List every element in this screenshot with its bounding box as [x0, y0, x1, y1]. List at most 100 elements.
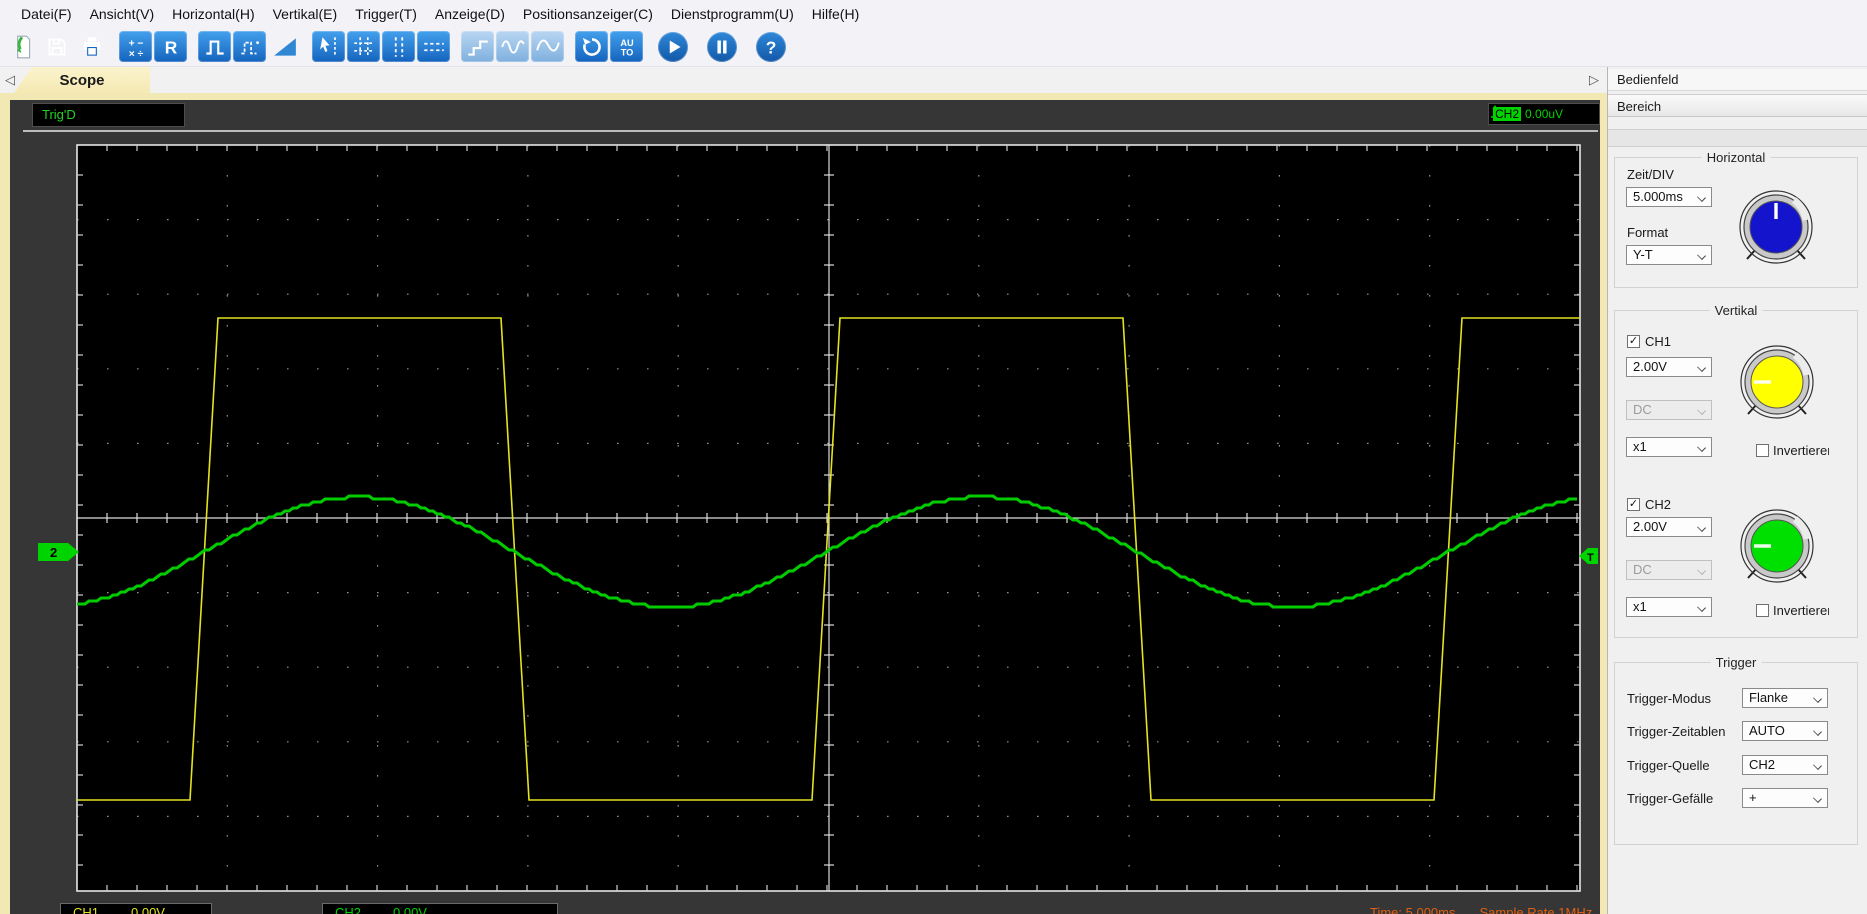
save-button[interactable]: [40, 31, 73, 62]
toolbar-separator: [743, 46, 750, 47]
trigger-mode-label: Trigger-Modus: [1627, 691, 1712, 706]
trigger-sweep-select[interactable]: AUTO: [1742, 721, 1828, 741]
oscilloscope-display[interactable]: 2T Trig'D CH2 0.00uV CH1 0.00V CH2 0.00V…: [10, 100, 1600, 914]
help-icon: ?: [766, 37, 777, 57]
panel-section-bereich[interactable]: Bereich: [1608, 94, 1867, 117]
tab-scroll-right-icon[interactable]: ▷: [1589, 72, 1599, 88]
ch2-status-box: CH2 0.00V: [322, 903, 558, 914]
menu-item-dienstprogramm[interactable]: Dienstprogramm(U): [662, 3, 803, 25]
math-button[interactable]: + − × ÷: [119, 31, 152, 62]
menu-item-datei[interactable]: Datei(F): [12, 3, 81, 25]
format-value: Y-T: [1633, 247, 1653, 262]
time-value: Time: 5.000ms: [1370, 905, 1456, 914]
grid-icon: [353, 36, 374, 57]
pulse2-icon: [240, 40, 259, 54]
ch1-probe-select[interactable]: x1: [1626, 437, 1712, 457]
ch2-position-knob[interactable]: [1737, 506, 1817, 586]
step-signal-button[interactable]: [461, 31, 494, 62]
ch2-coupling-value: DC: [1633, 562, 1652, 577]
trigger-slope-label: Trigger-Gefälle: [1627, 791, 1714, 806]
trigger-source-select[interactable]: CH2: [1742, 755, 1828, 775]
menu-item-ansicht[interactable]: Ansicht(V): [81, 3, 164, 25]
open-button[interactable]: [5, 31, 38, 62]
sine-icon: [500, 39, 525, 54]
chevron-down-icon: [1697, 251, 1706, 260]
ch2-volts-value: 2.00V: [1633, 519, 1667, 534]
tab-strip: ◁ Scope ▷: [0, 67, 1867, 93]
ch1-probe-value: x1: [1633, 439, 1647, 454]
toolbar-separator: [694, 46, 701, 47]
step-icon: [467, 40, 488, 56]
format-label: Format: [1627, 225, 1669, 240]
refresh-button[interactable]: [575, 31, 608, 62]
ch1-coupling-select: DC: [1626, 400, 1712, 420]
toolbar-separator: [645, 46, 652, 47]
start-button[interactable]: [658, 31, 688, 62]
trigger-source-label: Trigger-Quelle: [1627, 758, 1710, 773]
sweep-signal-button[interactable]: [531, 31, 564, 62]
ch1-status-label: CH1: [73, 905, 100, 914]
square-wave2-button[interactable]: [233, 31, 266, 62]
vertical-group-title: Vertikal: [1709, 303, 1763, 318]
ramp-button[interactable]: [268, 31, 301, 62]
print-button[interactable]: [75, 31, 108, 62]
trigger-sweep-value: AUTO: [1749, 723, 1785, 738]
chevron-down-icon: [1813, 761, 1822, 770]
sample-rate-value: Sample Rate 1MHz: [1479, 905, 1593, 914]
format-select[interactable]: Y-T: [1626, 245, 1712, 265]
svg-text:AU: AU: [620, 37, 634, 47]
menu-item-hilfe[interactable]: Hilfe(H): [803, 3, 868, 25]
knob-dial-icon: [1740, 345, 1814, 419]
control-panel: Bedienfeld Bereich Horizontal Zeit/DIV 5…: [1607, 67, 1867, 914]
horizontal-position-knob[interactable]: [1736, 187, 1816, 267]
cursor-icon: [319, 36, 336, 57]
menu-item-positionsanzeiger[interactable]: Positionsanzeiger(C): [514, 3, 662, 25]
menu-item-horizontal[interactable]: Horizontal(H): [163, 3, 263, 25]
ch2-volts-select[interactable]: 2.00V: [1626, 517, 1712, 537]
ch1-invert-label: Invertieren: [1773, 443, 1829, 458]
trigger-status-badge: Trig'D: [32, 103, 185, 127]
svg-text:TO: TO: [620, 47, 633, 57]
sine2-icon: [535, 39, 560, 52]
toolbar-separator: [303, 46, 310, 47]
ch2-status-label: CH2: [335, 905, 362, 914]
zeit-div-select[interactable]: 5.000ms: [1626, 187, 1712, 207]
grid-button[interactable]: [347, 31, 380, 62]
help-button[interactable]: ?: [756, 31, 786, 62]
zeit-div-label: Zeit/DIV: [1627, 167, 1674, 182]
chevron-down-icon: [1813, 727, 1822, 736]
vertical-cursor-button[interactable]: [382, 31, 415, 62]
open-icon: [16, 35, 30, 58]
trigger-group-title: Trigger: [1710, 655, 1762, 670]
ch2-invert-checkbox[interactable]: [1756, 604, 1769, 617]
ch1-position-knob[interactable]: [1737, 342, 1817, 422]
menu-item-vertikal[interactable]: Vertikal(E): [264, 3, 347, 25]
ch2-probe-value: x1: [1633, 599, 1647, 614]
tab-scope[interactable]: Scope: [14, 67, 150, 93]
menu-item-trigger[interactable]: Trigger(T): [346, 3, 426, 25]
trigger-slope-select[interactable]: +: [1742, 788, 1828, 808]
cursor-button[interactable]: [312, 31, 345, 62]
menu-item-anzeige[interactable]: Anzeige(D): [426, 3, 514, 25]
toolbar-separator: [110, 46, 117, 47]
trigger-mode-select[interactable]: Flanke: [1742, 688, 1828, 708]
sine-signal-button[interactable]: [496, 31, 529, 62]
autoset-button[interactable]: AU TO: [610, 31, 643, 62]
undo-icon: [582, 37, 601, 56]
ch1-volts-select[interactable]: 2.00V: [1626, 357, 1712, 377]
pause-button[interactable]: [707, 31, 737, 62]
ch2-probe-select[interactable]: x1: [1626, 597, 1712, 617]
ch2-enable-checkbox[interactable]: ✓: [1627, 498, 1640, 511]
ch2-status-value: 0.00V: [393, 905, 427, 914]
math-icon: + −× ÷: [128, 38, 143, 59]
ch1-invert-checkbox[interactable]: [1756, 444, 1769, 457]
horizontal-cursor-button[interactable]: [417, 31, 450, 62]
chevron-down-icon: [1697, 443, 1706, 452]
hcursor-icon: [423, 42, 444, 51]
toolbar-separator: [452, 46, 459, 47]
square-wave-button[interactable]: [198, 31, 231, 62]
reference-button[interactable]: R: [154, 31, 187, 62]
zeit-div-value: 5.000ms: [1633, 189, 1683, 204]
tab-scroll-left-icon[interactable]: ◁: [5, 72, 15, 88]
ch1-enable-checkbox[interactable]: ✓: [1627, 335, 1640, 348]
